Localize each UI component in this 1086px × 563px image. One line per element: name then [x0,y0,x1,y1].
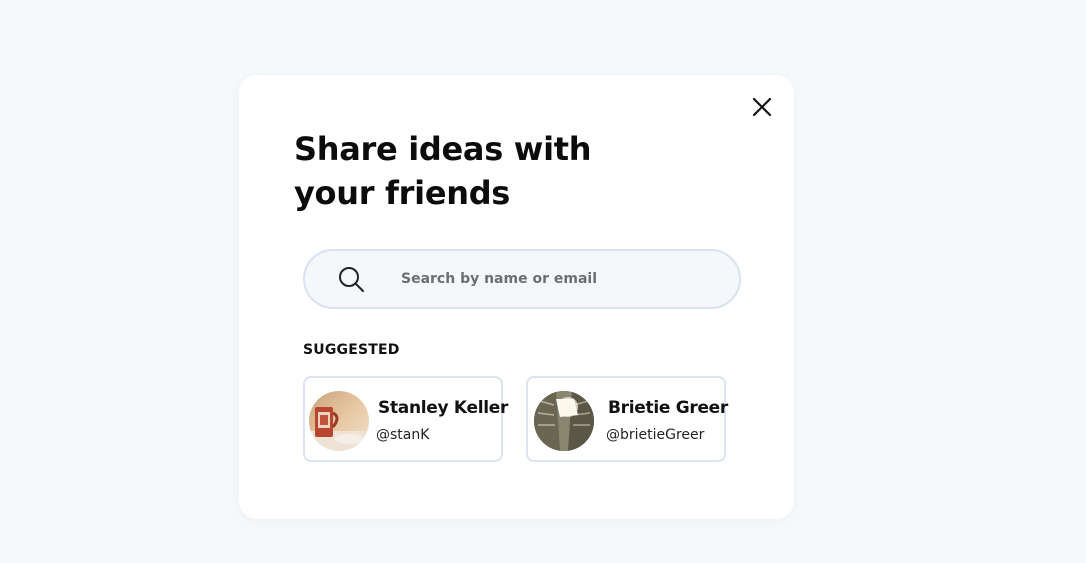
share-modal: Share ideas with your friends SUGGESTED [239,75,794,519]
search-input[interactable] [401,267,721,291]
suggested-heading: SUGGESTED [303,342,400,358]
search-icon [339,267,364,292]
avatar [309,391,369,451]
search-box[interactable] [303,249,741,309]
suggested-user-card[interactable]: Stanley Keller @stanK [303,376,508,462]
user-name: Stanley Keller [378,398,509,418]
user-handle: @stanK [376,427,430,443]
user-name: Brietie Greer [608,398,728,418]
suggested-user-card[interactable]: Brietie Greer @brietieGreer [526,376,728,462]
close-icon [752,97,772,117]
modal-title: Share ideas with your friends [294,130,592,212]
user-handle: @brietieGreer [606,427,705,443]
close-button[interactable] [751,96,773,118]
avatar [534,391,594,451]
